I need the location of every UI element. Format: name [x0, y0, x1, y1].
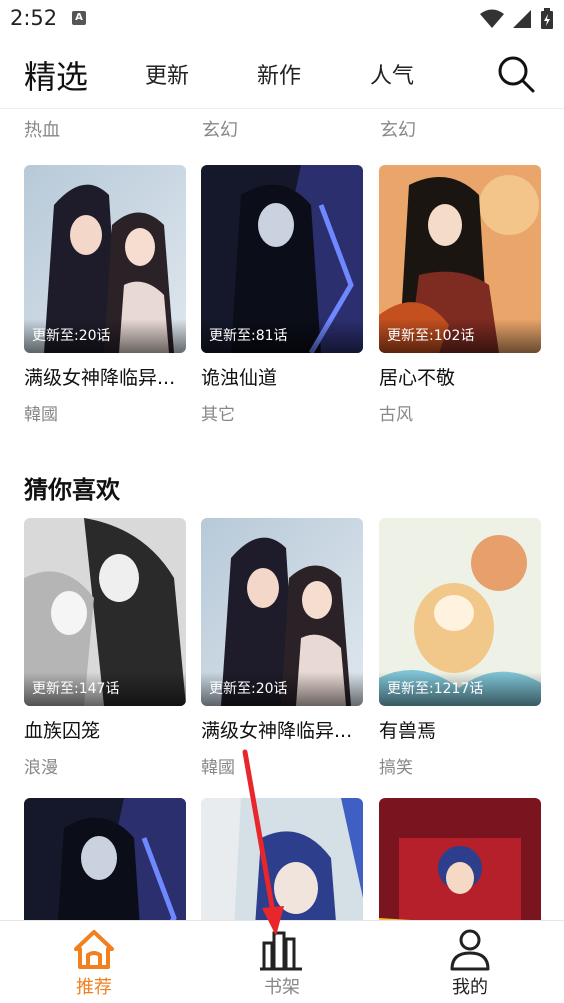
comic-cover[interactable] — [201, 798, 363, 920]
status-time: 2:52 — [10, 6, 58, 30]
nav-recommend[interactable]: 推荐 — [0, 921, 188, 1003]
update-badge: 更新至:102话 — [387, 328, 475, 344]
notification-app-icon: A — [72, 11, 86, 25]
comic-card[interactable] — [24, 798, 186, 920]
comic-card[interactable]: 更新至:102话 居心不敬 古风 — [379, 165, 541, 425]
comic-title[interactable]: 血族囚笼 — [24, 716, 186, 743]
comic-card[interactable] — [379, 798, 541, 920]
bottom-nav: 推荐 书架 我的 — [0, 920, 564, 1003]
update-badge: 更新至:20话 — [32, 328, 111, 344]
comic-title[interactable]: 满级女神降临异... — [24, 363, 186, 390]
comic-cover[interactable] — [379, 798, 541, 920]
update-badge: 更新至:1217话 — [387, 681, 484, 697]
section-title-guess-you-like: 猜你喜欢 — [24, 476, 120, 504]
content-scroll[interactable]: 热血 玄幻 玄幻 更新至:20话 满级女神降临异... 韓國 更新至:81话 诡… — [0, 108, 564, 920]
comic-title[interactable]: 诡浊仙道 — [201, 363, 363, 390]
tab-updates[interactable]: 更新 — [145, 58, 189, 90]
status-bar: 2:52 A — [0, 0, 564, 38]
comic-genre: 韓國 — [201, 758, 235, 778]
search-icon[interactable] — [496, 54, 536, 94]
comic-title[interactable]: 满级女神降临异... — [201, 716, 363, 743]
update-badge: 更新至:81话 — [209, 328, 288, 344]
home-icon — [74, 930, 114, 969]
tab-new-works[interactable]: 新作 — [257, 58, 301, 90]
previous-row-genres: 热血 玄幻 玄幻 — [0, 116, 564, 146]
comic-genre: 其它 — [201, 405, 235, 425]
nav-bookshelf[interactable]: 书架 — [188, 921, 376, 1003]
comic-card[interactable]: 更新至:81话 诡浊仙道 其它 — [201, 165, 363, 425]
nav-label: 推荐 — [76, 977, 112, 998]
comic-title[interactable]: 居心不敬 — [379, 363, 541, 390]
nav-label: 书架 — [264, 977, 300, 998]
comic-cover[interactable]: 更新至:147话 — [24, 518, 186, 706]
status-icons — [480, 8, 554, 30]
wifi-icon — [480, 9, 504, 28]
comic-cover[interactable]: 更新至:102话 — [379, 165, 541, 353]
comic-card[interactable]: 更新至:20话 满级女神降临异... 韓國 — [24, 165, 186, 425]
comic-card[interactable]: 更新至:20话 满级女神降临异... 韓國 — [201, 518, 363, 778]
bookshelf-icon — [260, 931, 302, 971]
comic-cover[interactable]: 更新至:20话 — [24, 165, 186, 353]
nav-mine[interactable]: 我的 — [376, 921, 564, 1003]
comic-card[interactable]: 更新至:1217话 有兽焉 搞笑 — [379, 518, 541, 778]
comic-card[interactable]: 更新至:147话 血族囚笼 浪漫 — [24, 518, 186, 778]
comic-cover[interactable]: 更新至:20话 — [201, 518, 363, 706]
update-badge: 更新至:20话 — [209, 681, 288, 697]
comic-genre: 浪漫 — [24, 758, 58, 778]
comic-cover[interactable] — [24, 798, 186, 920]
comic-title[interactable]: 有兽焉 — [379, 716, 541, 743]
update-badge: 更新至:147话 — [32, 681, 120, 697]
genre-label: 玄幻 — [380, 120, 416, 141]
user-icon — [450, 929, 490, 971]
genre-label: 玄幻 — [202, 120, 238, 141]
comic-cover[interactable]: 更新至:81话 — [201, 165, 363, 353]
tab-popular[interactable]: 人气 — [370, 58, 414, 90]
signal-icon — [513, 10, 531, 28]
comic-genre: 古风 — [379, 405, 413, 425]
cover-image — [201, 798, 363, 920]
battery-icon — [541, 8, 553, 29]
cover-image — [24, 798, 186, 920]
nav-label: 我的 — [452, 977, 488, 998]
comic-cover[interactable]: 更新至:1217话 — [379, 518, 541, 706]
genre-label: 热血 — [24, 120, 60, 141]
comic-genre: 韓國 — [24, 405, 58, 425]
comic-genre: 搞笑 — [379, 758, 413, 778]
comic-card[interactable] — [201, 798, 363, 920]
top-nav: 精选 更新 新作 人气 — [0, 38, 564, 109]
tab-featured[interactable]: 精选 — [24, 52, 88, 98]
cover-image — [379, 798, 541, 920]
